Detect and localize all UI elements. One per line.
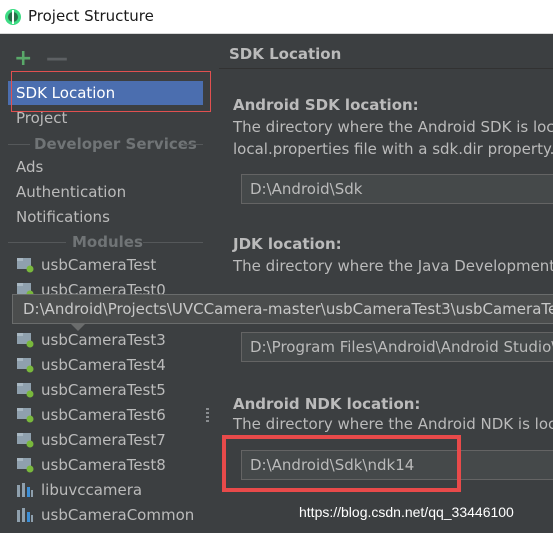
library-module-icon: [17, 483, 33, 497]
section-header-developer-services: Developer Services: [0, 133, 203, 155]
jdk-path-field[interactable]: D:\Program Files\Android\Android Studio\…: [241, 332, 553, 362]
module-label: usbCameraTest: [41, 256, 157, 274]
android-ndk-title: Android NDK location:: [233, 395, 421, 413]
add-icon[interactable]: +: [14, 48, 32, 70]
android-sdk-path-field[interactable]: D:\Android\Sdk: [241, 174, 553, 204]
module-label: usbCameraTest4: [41, 356, 166, 374]
module-label: usbCameraTest3: [41, 331, 166, 349]
sidebar-item-ads[interactable]: Ads: [8, 155, 204, 179]
module-label: usbCameraTest7: [41, 431, 166, 449]
section-header-label: Developer Services: [34, 135, 197, 153]
splitter-grip-icon[interactable]: [206, 408, 210, 426]
module-label: usbCameraTest5: [41, 381, 166, 399]
header-divider: [143, 242, 203, 243]
android-ndk-description: The directory where the Android NDK is l…: [233, 415, 553, 433]
jdk-title: JDK location:: [233, 235, 342, 253]
section-header-modules: Modules: [0, 231, 203, 253]
module-label: usbCameraCommon: [41, 506, 195, 524]
android-module-icon: [17, 333, 34, 348]
title-bar: Project Structure: [0, 0, 553, 34]
panel-splitter[interactable]: [203, 34, 219, 533]
sidebar-item-project[interactable]: Project: [8, 106, 204, 130]
remove-icon[interactable]: —: [46, 48, 68, 70]
module-label: usbCameraTest6: [41, 406, 166, 424]
sidebar-item-sdk-location[interactable]: SDK Location: [8, 81, 204, 105]
sidebar-item-authentication[interactable]: Authentication: [8, 180, 204, 204]
library-module-icon: [17, 508, 33, 522]
section-header-label: Modules: [72, 233, 143, 251]
tooltip-pointer: [70, 323, 86, 331]
header-divider: [8, 144, 30, 145]
android-sdk-description: local.properties file with a sdk.dir pro…: [233, 140, 553, 158]
window-title: Project Structure: [28, 7, 154, 25]
sdk-location-panel: SDK Location Android SDK location: The d…: [219, 34, 553, 533]
module-label: libuvccamera: [41, 481, 143, 499]
module-path-tooltip: D:\Android\Projects\UVCCamera-master\usb…: [12, 294, 553, 324]
android-module-icon: [17, 458, 34, 473]
android-ndk-path-field[interactable]: D:\Android\Sdk\ndk14: [241, 450, 553, 480]
watermark: https://blog.csdn.net/qq_33446100: [299, 504, 514, 520]
android-module-icon: [17, 383, 34, 398]
sidebar-item-notifications[interactable]: Notifications: [8, 205, 204, 229]
header-divider: [8, 242, 66, 243]
android-sdk-title: Android SDK location:: [233, 96, 419, 114]
android-module-icon: [17, 408, 34, 423]
jdk-description: The directory where the Java Development…: [233, 257, 553, 275]
header-divider: [183, 144, 203, 145]
android-sdk-description: The directory where the Android SDK is l…: [233, 118, 553, 136]
android-module-icon: [17, 258, 34, 273]
page-title: SDK Location: [229, 45, 342, 63]
android-module-icon: [17, 433, 34, 448]
module-label: usbCameraTest8: [41, 456, 166, 474]
android-studio-icon: [5, 9, 21, 25]
heading-divider: [219, 68, 553, 69]
android-module-icon: [17, 358, 34, 373]
